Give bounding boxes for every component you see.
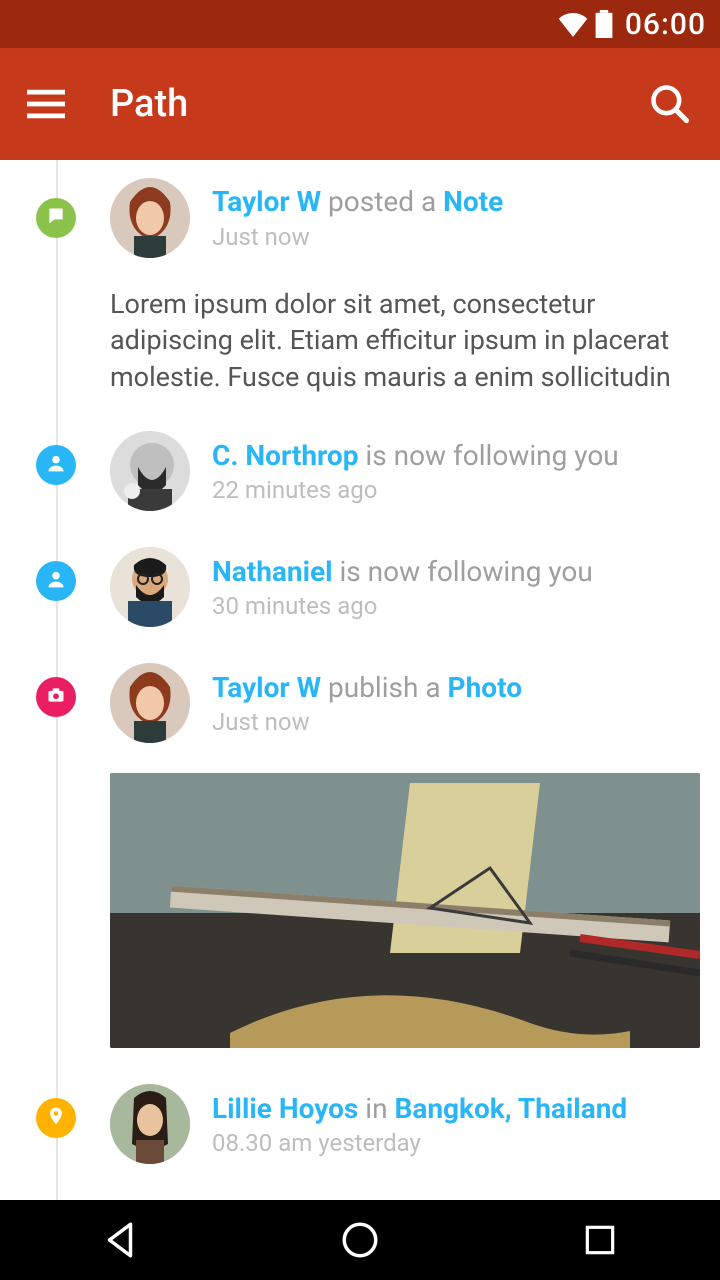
search-button[interactable] [642,76,698,132]
location-icon [46,1106,66,1130]
feed-plain-text: in [358,1092,394,1125]
hamburger-icon [27,89,65,119]
feed-link-text[interactable]: Bangkok, Thailand [395,1092,628,1125]
feed-timestamp: Just now [212,223,503,251]
status-bar: 06:00 [0,0,720,48]
feed-timestamp: 22 minutes ago [212,476,619,504]
timeline-badge [36,1098,76,1138]
feed-title: Nathaniel is now following you [212,555,593,589]
avatar[interactable] [110,431,190,511]
feed-title: C. Northrop is now following you [212,439,619,473]
feed-timestamp: 30 minutes ago [212,592,593,620]
feed-link-text[interactable]: Note [443,185,503,218]
feed-item[interactable]: Taylor W posted a Note Just now Lorem ip… [0,160,720,413]
feed-plain-text: posted a [321,185,443,218]
wifi-icon [557,11,589,37]
feed: Taylor W posted a Note Just now Lorem ip… [0,160,720,1200]
feed-title: Taylor W posted a Note [212,185,503,219]
feed-timestamp: Just now [212,708,522,736]
person-icon [46,453,66,477]
feed-body: Lorem ipsum dolor sit amet, consectetur … [110,286,700,395]
page-title: Path [110,82,642,126]
feed-timestamp: 08.30 am yesterday [212,1129,627,1157]
feed-photo[interactable] [110,773,700,1048]
home-icon [339,1219,381,1261]
feed-plain-text: is now following you [333,555,593,588]
timeline-badge [36,198,76,238]
feed-link-text[interactable]: Photo [448,671,522,704]
feed-link-text[interactable]: Taylor W [212,185,321,218]
back-button[interactable] [80,1200,160,1280]
feed-link-text[interactable]: C. Northrop [212,439,358,472]
menu-button[interactable] [22,80,70,128]
avatar[interactable] [110,663,190,743]
feed-item[interactable]: Nathaniel is now following you 30 minute… [0,529,720,645]
feed-link-text[interactable]: Taylor W [212,671,321,704]
feed-plain-text: publish a [321,671,447,704]
timeline-badge [36,677,76,717]
note-icon [46,206,66,230]
avatar[interactable] [110,178,190,258]
camera-icon [46,685,66,709]
person-icon [46,569,66,593]
feed-title: Lillie Hoyos in Bangkok, Thailand [212,1092,627,1126]
app-bar: Path [0,48,720,160]
feed-title: Taylor W publish a Photo [212,671,522,705]
timeline-badge [36,445,76,485]
feed-item[interactable]: C. Northrop is now following you 22 minu… [0,413,720,529]
feed-link-text[interactable]: Lillie Hoyos [212,1092,358,1125]
feed-plain-text: is now following you [358,439,618,472]
search-icon [648,82,692,126]
back-icon [99,1219,141,1261]
feed-item[interactable]: Taylor W publish a Photo Just now [0,645,720,1066]
recents-button[interactable] [560,1200,640,1280]
status-time: 06:00 [625,7,706,42]
recents-icon [581,1221,619,1259]
battery-icon [595,10,613,38]
timeline-badge [36,561,76,601]
home-button[interactable] [320,1200,400,1280]
android-nav-bar [0,1200,720,1280]
avatar[interactable] [110,1084,190,1164]
feed-link-text[interactable]: Nathaniel [212,555,333,588]
avatar[interactable] [110,547,190,627]
feed-item[interactable]: Lillie Hoyos in Bangkok, Thailand 08.30 … [0,1066,720,1182]
